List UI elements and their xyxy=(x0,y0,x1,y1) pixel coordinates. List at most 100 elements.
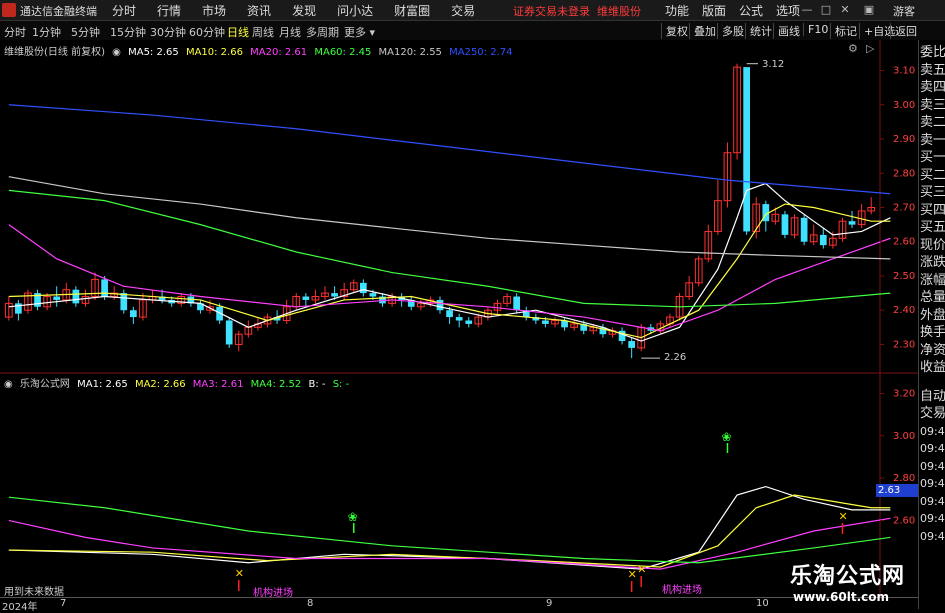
candle-body xyxy=(436,299,444,311)
current-price-tag: 2.63 xyxy=(876,484,918,497)
tab-monthly[interactable]: 月线 xyxy=(279,24,301,40)
tab-1min[interactable]: 1分钟 xyxy=(32,24,61,40)
buy-signal-3: ✕ xyxy=(637,563,646,576)
candle-body xyxy=(225,320,233,345)
candle-body xyxy=(819,234,827,246)
auto-trade-item[interactable]: 交易 xyxy=(919,405,945,423)
candle-body xyxy=(331,293,338,297)
date-label-10: 10 xyxy=(756,598,769,609)
price-tick-label: 3.00 xyxy=(893,100,915,111)
sub-tick-label: 2.80 xyxy=(893,473,915,484)
side-panel-item: 外盘 xyxy=(920,307,945,323)
tab-fenshi[interactable]: 分时 xyxy=(4,24,26,40)
menu-item-wenxiaoda[interactable]: 问小达 xyxy=(337,2,373,19)
date-label-8: 8 xyxy=(307,598,314,609)
sub-tick-label: 2.60 xyxy=(893,515,915,526)
date-label-9: 9 xyxy=(546,598,553,609)
candle-body xyxy=(465,320,473,324)
skin-icon[interactable]: ▣ xyxy=(862,3,876,16)
tick-time: 09:45 xyxy=(920,424,945,438)
sub-tick-label: 3.00 xyxy=(893,431,915,442)
side-panel-item: 换手 xyxy=(920,325,945,340)
menu-item-fenshi[interactable]: 分时 xyxy=(112,2,136,19)
side-panel-item: 卖二 xyxy=(920,115,945,130)
price-tick-label: 2.90 xyxy=(893,134,915,145)
tick-time: 09:46 xyxy=(920,512,945,526)
tab-more[interactable]: 更多 ▾ xyxy=(344,24,375,40)
btn-biaoji[interactable]: 标记 xyxy=(830,23,857,39)
restore-icon[interactable]: □ xyxy=(819,3,833,16)
candle-body xyxy=(120,293,128,311)
candle-body xyxy=(369,293,377,297)
tab-15min[interactable]: 15分钟 xyxy=(110,24,146,40)
guest-label[interactable]: 游客 xyxy=(893,3,915,19)
side-panel-item: 买三 xyxy=(920,185,945,200)
menu-item-banmian[interactable]: 版面 xyxy=(702,2,726,19)
main-ma-lines xyxy=(8,104,891,342)
quote-side-panel: 委比 卖五 卖四 卖三 卖二 卖一 买一 买二 买三 买四 买五 现价 涨跌 涨幅 总量 外盘 换手 净资 收益 自… xyxy=(918,40,945,609)
candle-body xyxy=(800,217,808,242)
tick-time: 09:45 xyxy=(920,442,945,456)
menu-item-shichang[interactable]: 市场 xyxy=(202,2,226,19)
candle-body xyxy=(359,282,367,294)
price-tick-label: 2.40 xyxy=(893,305,915,316)
auto-trade-item[interactable]: 自动 xyxy=(919,388,945,406)
candle-body xyxy=(628,341,636,348)
price-tick-label: 2.80 xyxy=(893,168,915,179)
tab-30min[interactable]: 30分钟 xyxy=(150,24,186,40)
menu-item-hangqing[interactable]: 行情 xyxy=(157,2,181,19)
top-menu-bar: 通达信金融终端 分时 行情 市场 资讯 发现 问小达 财富圈 交易 证券交易未登… xyxy=(0,0,945,21)
close-icon[interactable]: ✕ xyxy=(838,3,852,16)
app-logo-icon xyxy=(2,3,16,17)
price-tick-label: 3.10 xyxy=(893,66,915,77)
main-menu: 分时 行情 市场 资讯 发现 问小达 财富圈 交易 xyxy=(112,0,496,20)
menu-item-caifuquan[interactable]: 财富圈 xyxy=(394,2,430,19)
tab-multi-period[interactable]: 多周期 xyxy=(306,24,339,40)
minimize-icon[interactable]: — xyxy=(800,3,814,16)
candle-body xyxy=(743,67,750,232)
menu-item-gongshi[interactable]: 公式 xyxy=(739,2,763,19)
candle-body xyxy=(446,310,453,318)
candle-body xyxy=(72,289,80,304)
btn-f10[interactable]: F10 xyxy=(803,23,828,36)
ma-line-ma120 xyxy=(8,176,891,260)
side-panel-item: 买五 xyxy=(920,220,945,235)
side-panel-item: 收益 xyxy=(920,360,945,375)
side-panel-item: 买一 xyxy=(920,150,945,165)
tick-time: 09:46 xyxy=(920,477,945,491)
side-panel-item: 涨跌 xyxy=(920,255,945,270)
side-panel-item: 卖四 xyxy=(920,80,945,95)
tab-5min[interactable]: 5分钟 xyxy=(71,24,100,40)
btn-duogu[interactable]: 多股 xyxy=(717,23,744,39)
btn-huaxian[interactable]: 画线 xyxy=(773,23,800,39)
btn-fuquan[interactable]: 复权 xyxy=(661,23,688,39)
menu-item-faxian[interactable]: 发现 xyxy=(292,2,316,19)
btn-tongji[interactable]: 统计 xyxy=(745,23,772,39)
low-price-label: 2.26 xyxy=(664,352,687,363)
entry-signal-label-2: 机构进场 xyxy=(662,585,702,596)
chart-area[interactable]: 3.10 3.00 2.90 2.80 2.70 2.60 2.50 2.40 2.30 3.2… xyxy=(0,40,918,597)
future-data-notice: 用到未来数据 xyxy=(4,587,64,598)
tab-60min[interactable]: 60分钟 xyxy=(189,24,225,40)
buy-signal-2: ✕ xyxy=(628,568,637,581)
menu-item-zixun[interactable]: 资讯 xyxy=(247,2,271,19)
login-status[interactable]: 证券交易未登录 维维股份 xyxy=(513,3,641,19)
menu-item-xuanxiang[interactable]: 选项 xyxy=(776,2,800,19)
date-axis: 2024年 7 8 9 10 xyxy=(0,597,918,613)
btn-fanhui[interactable]: 返回 xyxy=(890,23,917,39)
watermark-title: 乐淘公式网 xyxy=(790,564,906,589)
candle-body xyxy=(15,303,22,314)
candle-body xyxy=(513,296,521,311)
candle-body xyxy=(542,320,549,324)
price-tick-label: 2.50 xyxy=(893,271,915,282)
menu-item-jiaoyi[interactable]: 交易 xyxy=(451,2,475,19)
menu-item-gongneng[interactable]: 功能 xyxy=(665,2,689,19)
tick-time: 09:45 xyxy=(920,459,945,473)
btn-diejia[interactable]: 叠加 xyxy=(689,23,716,39)
tab-weekly[interactable]: 周线 xyxy=(252,24,274,40)
side-panel-item: 委比 xyxy=(920,45,945,60)
sub-tick-label: 3.20 xyxy=(893,388,915,399)
date-label-7: 7 xyxy=(60,598,67,609)
sell-signal-1: ❀ xyxy=(348,510,358,524)
tab-daily[interactable]: 日线 xyxy=(227,24,249,40)
